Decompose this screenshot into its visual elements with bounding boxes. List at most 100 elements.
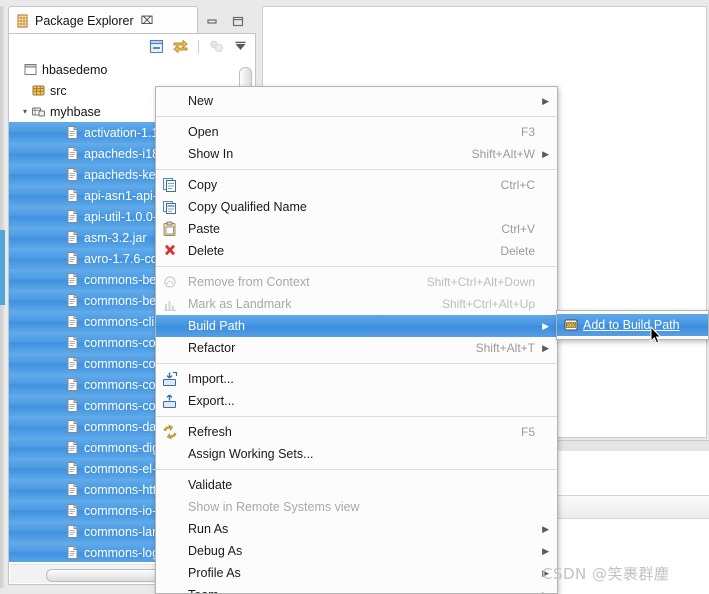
tree-item-label: commons-cod	[84, 335, 163, 350]
tree-item-label: commons-bea	[84, 272, 164, 287]
jar-icon	[65, 377, 80, 392]
context-menu[interactable]: New ▶ Open F3 Show In Shift+Alt+W ▶ Copy Ctrl+C C…	[155, 86, 558, 594]
tree-item-label: commons-cli-1	[84, 314, 166, 329]
jar-icon	[65, 167, 80, 182]
submenu-arrow-icon: ▶	[542, 320, 549, 331]
menu-item-label: Paste	[188, 222, 220, 236]
menu-item-label: Refactor	[188, 341, 236, 355]
menu-item-label: Team	[188, 588, 219, 593]
submenu-item-add-to-build-path[interactable]: 010 Add to Build Path	[557, 314, 708, 336]
menu-item-label: Import...	[188, 372, 234, 386]
maximize-button[interactable]	[230, 14, 246, 28]
eclipse-workbench: tion Resource Pack	[0, 0, 709, 594]
menu-item-copy-qualified-name[interactable]: Copy Qualified Name	[156, 196, 557, 218]
tree-item-label: commons-lang	[84, 524, 166, 539]
menu-item-label: Open	[188, 125, 219, 139]
menu-item-refactor[interactable]: Refactor Shift+Alt+T ▶	[156, 337, 557, 359]
menu-item-build-path[interactable]: Build Path ▶	[156, 315, 557, 337]
import-icon	[162, 371, 178, 387]
menu-item-mark-as-landmark: Mark as Landmark Shift+Ctrl+Alt+Up	[156, 293, 557, 315]
tree-item-label: src	[50, 83, 67, 98]
menu-item-shortcut: Shift+Ctrl+Alt+Down	[426, 275, 535, 289]
tree-item-label: avro-1.7.6-cdh	[84, 251, 165, 266]
tree-item-label: commons-dige	[84, 440, 166, 455]
menu-item-team[interactable]: Team ▶	[156, 584, 557, 593]
menu-item-shortcut: Delete	[500, 244, 535, 258]
menu-item-refresh[interactable]: Refresh F5	[156, 421, 557, 443]
view-toolbar	[9, 34, 255, 58]
menu-item-delete[interactable]: Delete Delete	[156, 240, 557, 262]
view-left-accent-bar	[0, 230, 5, 305]
collapse-all-icon[interactable]	[148, 38, 165, 55]
menu-item-shortcut: Shift+Ctrl+Alt+Up	[441, 297, 535, 311]
focus-on-active-task-icon[interactable]	[208, 38, 225, 55]
close-icon[interactable]: ⌧	[141, 14, 154, 27]
jar-icon	[65, 545, 80, 560]
menu-item-label: Refresh	[188, 425, 232, 439]
menu-item-label: Profile As	[188, 566, 241, 580]
refresh-icon	[162, 424, 178, 440]
jar-icon	[65, 272, 80, 287]
link-with-editor-icon[interactable]	[172, 38, 189, 55]
menu-item-run-as[interactable]: Run As ▶	[156, 518, 557, 540]
tree-item-label: commons-coll	[84, 356, 162, 371]
view-tab-row: Package Explorer ⌧	[8, 6, 256, 34]
menu-item-label: Run As	[188, 522, 229, 536]
menu-item-shortcut: Shift+Alt+T	[475, 341, 535, 355]
menu-item-label: Copy Qualified Name	[188, 200, 307, 214]
tree-item-label: commons-http	[84, 482, 164, 497]
menu-item-export[interactable]: Export...	[156, 390, 557, 412]
project-icon	[23, 62, 38, 77]
menu-separator	[156, 469, 557, 470]
menu-separator	[156, 169, 557, 170]
menu-item-import[interactable]: Import...	[156, 368, 557, 390]
minimize-button[interactable]	[204, 14, 220, 28]
tab-package-explorer[interactable]: Package Explorer ⌧	[8, 6, 198, 34]
tree-item[interactable]: hbasedemo	[9, 59, 255, 80]
delete-icon	[162, 243, 178, 259]
menu-item-assign-working-sets[interactable]: Assign Working Sets...	[156, 443, 557, 465]
tree-item-label: activation-1.1.	[84, 125, 162, 140]
jar-icon	[65, 293, 80, 308]
jar-icon	[65, 251, 80, 266]
tree-item-label: myhbase	[50, 104, 101, 119]
tree-item-label: commons-dae	[84, 419, 164, 434]
menu-item-copy[interactable]: Copy Ctrl+C	[156, 174, 557, 196]
jar-icon	[65, 503, 80, 518]
menu-item-paste[interactable]: Paste Ctrl+V	[156, 218, 557, 240]
menu-item-label: Show In	[188, 147, 234, 161]
menu-item-shortcut: Ctrl+C	[500, 178, 535, 192]
menu-item-open[interactable]: Open F3	[156, 121, 557, 143]
tree-item-label: apacheds-i18n	[84, 146, 167, 161]
tree-item-label: asm-3.2.jar	[84, 230, 147, 245]
menu-item-shortcut: F5	[520, 425, 535, 439]
chevron-down-icon[interactable]: ▾	[19, 107, 31, 116]
submenu-arrow-icon: ▶	[542, 523, 549, 534]
menu-item-debug-as[interactable]: Debug As ▶	[156, 540, 557, 562]
menu-item-label: Copy	[188, 178, 218, 192]
menu-item-label: Show in Remote Systems view	[188, 500, 360, 514]
paste-icon	[162, 221, 178, 237]
menu-item-shortcut: F3	[520, 125, 535, 139]
build-path-submenu[interactable]: 010 Add to Build Path	[556, 310, 709, 340]
tree-item-label: commons-con	[84, 398, 163, 413]
jar-icon	[65, 482, 80, 497]
menu-item-validate[interactable]: Validate	[156, 474, 557, 496]
tree-item-label: commons-logg	[84, 545, 166, 560]
menu-item-show-in[interactable]: Show In Shift+Alt+W ▶	[156, 143, 557, 165]
submenu-arrow-icon: ▶	[542, 95, 549, 106]
menu-item-profile-as[interactable]: Profile As ▶	[156, 562, 557, 584]
jar-icon	[65, 230, 80, 245]
menu-item-new[interactable]: New ▶	[156, 90, 557, 112]
jar-icon	[65, 335, 80, 350]
view-menu-icon[interactable]	[232, 38, 249, 55]
jar-icon	[65, 419, 80, 434]
tree-item-label: api-asn1-api-1	[84, 188, 164, 203]
tab-title-label: Package Explorer	[35, 13, 134, 28]
submenu-arrow-icon: ▶	[542, 148, 549, 159]
jar-icon	[65, 209, 80, 224]
jar-icon	[65, 146, 80, 161]
menu-item-label: Remove from Context	[188, 275, 310, 289]
menu-item-label: Assign Working Sets...	[188, 447, 314, 461]
menu-item-label: Debug As	[188, 544, 243, 558]
